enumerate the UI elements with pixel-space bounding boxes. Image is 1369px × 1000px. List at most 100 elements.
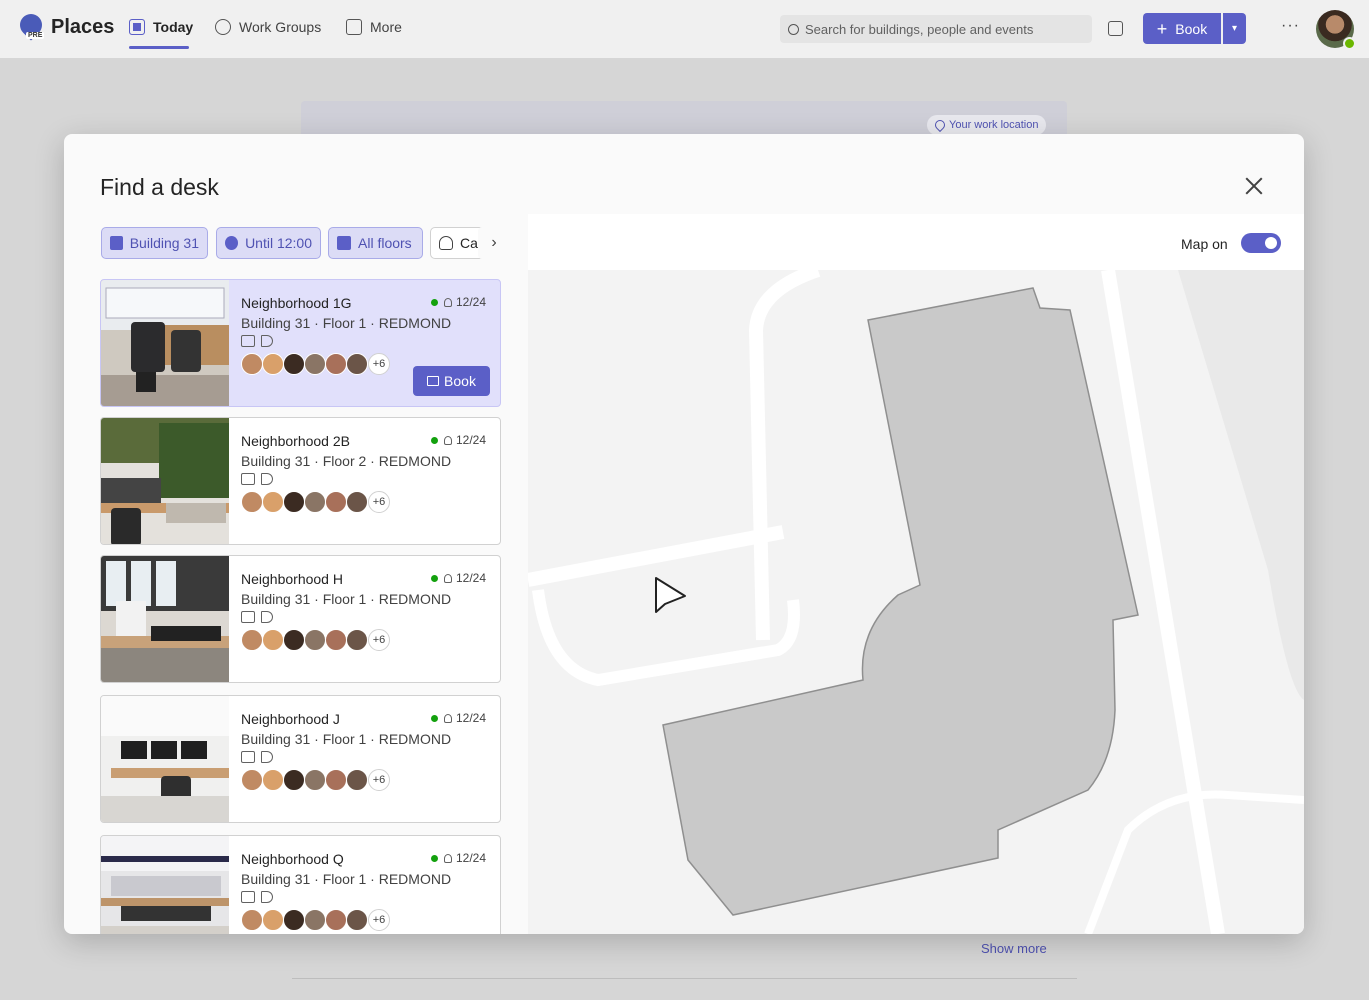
filter-time[interactable]: Until 12:00 <box>216 227 321 259</box>
avatar <box>241 629 263 651</box>
neighborhood-card[interactable]: Neighborhood Q 12/24 Building 31 · Floor… <box>100 835 501 934</box>
nav-today[interactable]: Today <box>129 19 193 35</box>
person-icon <box>444 297 452 307</box>
availability-count: 12/24 <box>431 433 486 447</box>
more-options-icon[interactable]: ··· <box>1281 17 1300 35</box>
availability-count: 12/24 <box>431 571 486 585</box>
search-input[interactable]: Search for buildings, people and events <box>780 15 1092 43</box>
filters-scroll-right-button[interactable]: › <box>478 227 510 259</box>
people-avatars[interactable]: +6 <box>241 353 390 375</box>
book-neighborhood-label: Book <box>444 373 476 389</box>
avatar <box>304 909 326 931</box>
people-avatars[interactable]: +6 <box>241 629 390 651</box>
amenities <box>241 611 273 623</box>
dialog-title: Find a desk <box>100 174 219 200</box>
more-people-count: +6 <box>368 629 390 651</box>
neighborhood-location: Building 31 · Floor 1 · REDMOND <box>241 871 452 887</box>
book-dropdown-button[interactable]: ▾ <box>1223 13 1246 44</box>
nav-work-groups-label: Work Groups <box>239 19 322 35</box>
avatar <box>241 769 263 791</box>
teams-device-icon <box>241 751 255 763</box>
neighborhood-name: Neighborhood H <box>241 571 343 587</box>
neighborhood-card[interactable]: Neighborhood H 12/24 Building 31 · Floor… <box>100 555 501 683</box>
avatar <box>346 769 368 791</box>
avatar <box>262 769 284 791</box>
calendar-icon[interactable] <box>1108 21 1123 36</box>
neighborhood-location: Building 31 · Floor 1 · REDMOND <box>241 591 452 607</box>
chevron-right-icon: › <box>491 234 497 251</box>
apps-grid-icon <box>346 19 362 35</box>
avatar <box>262 491 284 513</box>
avatar <box>283 909 305 931</box>
filter-building-label: Building 31 <box>129 235 199 251</box>
building-map[interactable] <box>528 270 1304 934</box>
avatar <box>325 353 347 375</box>
show-more-link: Show more <box>981 941 1047 956</box>
speaker-icon <box>261 891 273 903</box>
avatar <box>262 629 284 651</box>
more-people-count: +6 <box>368 909 390 931</box>
person-icon <box>439 236 453 250</box>
nav-today-label: Today <box>153 19 194 35</box>
neighborhood-name: Neighborhood Q <box>241 851 344 867</box>
preview-badge: PRE <box>26 32 45 39</box>
places-logo-icon[interactable]: PRE <box>15 9 47 42</box>
neighborhood-photo <box>101 418 229 544</box>
avatar <box>304 769 326 791</box>
book-neighborhood-button[interactable]: Book <box>413 366 490 396</box>
nav-work-groups[interactable]: Work Groups <box>215 19 321 35</box>
people-avatars[interactable]: +6 <box>241 769 390 791</box>
teams-device-icon <box>241 891 255 903</box>
presence-available-icon <box>1343 37 1356 50</box>
people-avatars[interactable]: +6 <box>241 491 390 513</box>
neighborhood-card[interactable]: Neighborhood 2B 12/24 Building 31 · Floo… <box>100 417 501 545</box>
available-dot-icon <box>431 298 438 306</box>
user-avatar[interactable] <box>1316 10 1356 50</box>
plus-icon: + <box>1156 18 1168 39</box>
teams-device-icon <box>241 335 255 347</box>
avatar <box>262 909 284 931</box>
book-button-label: Book <box>1175 20 1208 37</box>
nav-more[interactable]: More <box>346 19 402 35</box>
neighborhood-name: Neighborhood 1G <box>241 295 352 311</box>
location-pin-icon <box>932 117 948 133</box>
avatar <box>325 769 347 791</box>
person-icon <box>444 853 452 863</box>
speaker-icon <box>261 335 273 347</box>
person-icon <box>444 435 452 445</box>
floors-icon <box>337 236 351 250</box>
amenities <box>241 335 273 347</box>
avatar <box>304 629 326 651</box>
neighborhood-photo <box>101 556 229 682</box>
amenities <box>241 473 273 485</box>
availability-count-label: 12/24 <box>456 711 487 725</box>
chevron-down-icon: ▾ <box>1231 23 1238 34</box>
neighborhood-card[interactable]: Neighborhood 1G 12/24 Building 31 · Floo… <box>100 279 501 407</box>
avatar <box>325 491 347 513</box>
available-dot-icon <box>431 436 438 444</box>
filter-time-label: Until 12:00 <box>245 235 312 251</box>
app-title[interactable]: Places <box>51 16 114 39</box>
neighborhood-photo <box>101 836 229 934</box>
avatar <box>241 909 263 931</box>
nav-more-label: More <box>370 19 402 35</box>
avatar <box>346 353 368 375</box>
neighborhood-card[interactable]: Neighborhood J 12/24 Building 31 · Floor… <box>100 695 501 823</box>
filter-floors[interactable]: All floors <box>328 227 423 259</box>
filter-capacity-label: Ca <box>460 235 478 251</box>
avatar <box>346 909 368 931</box>
avatar <box>283 353 305 375</box>
calendar-today-icon <box>129 19 145 35</box>
avatar <box>283 769 305 791</box>
close-icon[interactable] <box>1242 174 1266 198</box>
filter-building[interactable]: Building 31 <box>101 227 208 259</box>
avatar <box>283 491 305 513</box>
avatar <box>304 353 326 375</box>
people-avatars[interactable]: +6 <box>241 909 390 931</box>
map-toggle[interactable] <box>1241 233 1281 253</box>
filter-floors-label: All floors <box>358 235 412 251</box>
building-icon <box>110 236 123 250</box>
neighborhood-name: Neighborhood J <box>241 711 340 727</box>
avatar <box>262 353 284 375</box>
book-button[interactable]: + Book <box>1143 13 1221 44</box>
